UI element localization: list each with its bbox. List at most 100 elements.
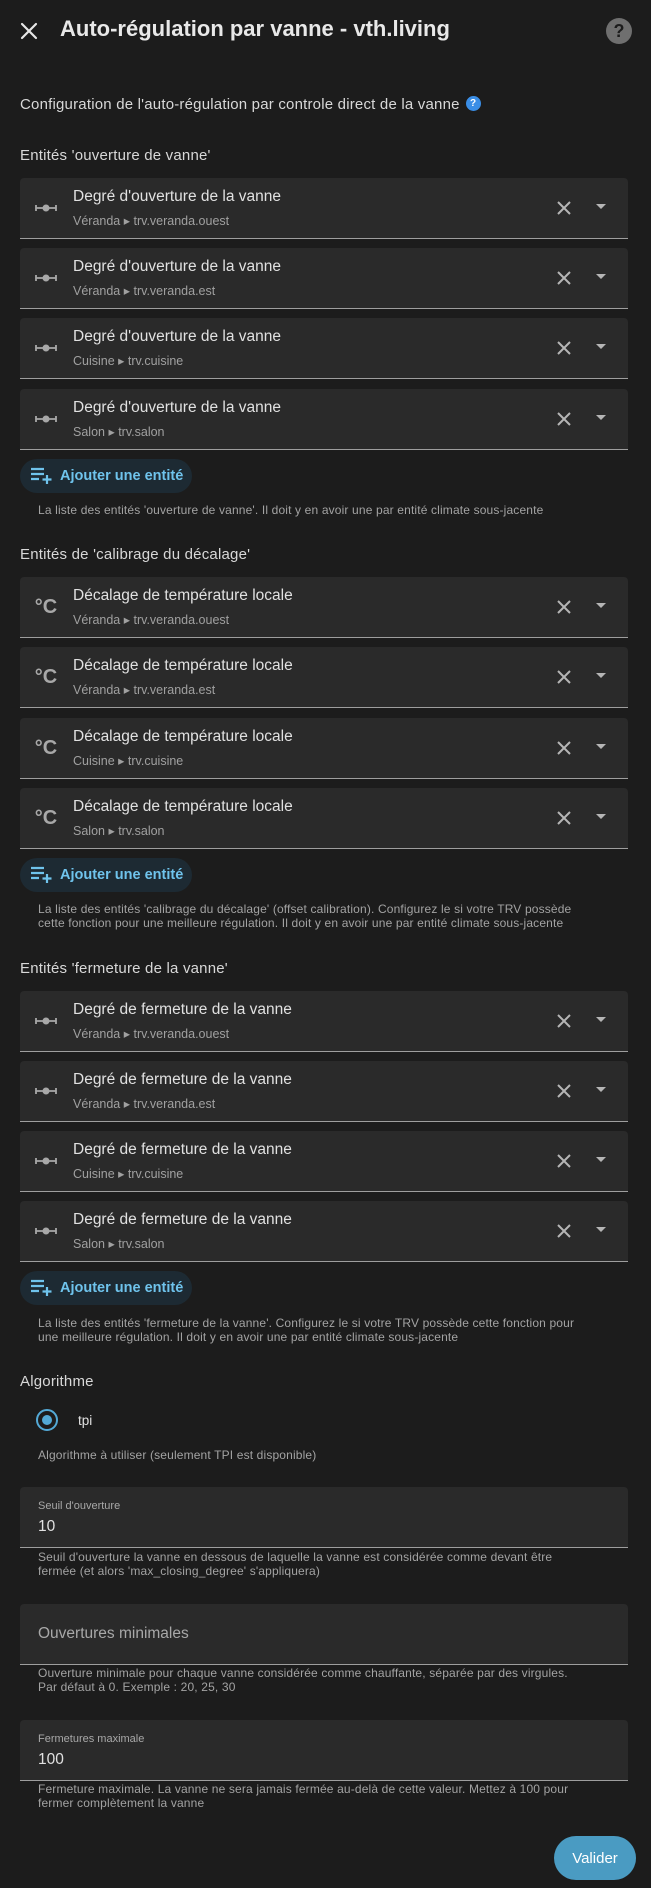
entity-picker-closing-2[interactable]: Degré de fermeture de la vanne Véranda ▸… (20, 1061, 628, 1122)
entity-picker-opening-1[interactable]: Degré d'ouverture de la vanne Véranda ▸ … (20, 178, 628, 239)
entity-path: Véranda ▸ trv.veranda.est (73, 683, 216, 697)
entity-picker-closing-1[interactable]: Degré de fermeture de la vanne Véranda ▸… (20, 991, 628, 1052)
entity-path: Véranda ▸ trv.veranda.ouest (73, 613, 230, 627)
temperature-celsius-icon: °C (34, 595, 58, 618)
add-entity-button-offset[interactable]: Ajouter une entité (20, 858, 192, 892)
field-value: 10 (38, 1518, 56, 1535)
entity-path: Salon ▸ trv.salon (73, 425, 165, 439)
clear-icon[interactable] (553, 737, 575, 759)
dialog-header: Auto-régulation par vanne - vth.living ? (0, 0, 651, 62)
field-placeholder: Ouvertures minimales (38, 1625, 189, 1642)
close-button[interactable] (14, 16, 44, 46)
dialog-title: Auto-régulation par vanne - vth.living (60, 16, 450, 41)
helper-max-closing: Fermeture maximale. La vanne ne sera jam… (38, 1782, 608, 1810)
clear-icon[interactable] (553, 807, 575, 829)
entity-path: Véranda ▸ trv.veranda.est (73, 1097, 216, 1111)
clear-icon[interactable] (553, 666, 575, 688)
valve-icon (34, 196, 58, 220)
chevron-down-icon[interactable] (596, 1157, 606, 1162)
valve-icon (34, 1149, 58, 1173)
helper-line: Ouverture minimale pour chaque vanne con… (38, 1666, 568, 1680)
temperature-celsius-icon: °C (34, 665, 58, 688)
helper-line: Par défaut à 0. Exemple : 20, 25, 30 (38, 1680, 236, 1694)
clear-icon[interactable] (553, 337, 575, 359)
section-title-closing: Entités 'fermeture de la vanne' (20, 960, 228, 977)
add-entity-button-closing[interactable]: Ajouter une entité (20, 1271, 192, 1305)
helper-line: La liste des entités 'fermeture de la va… (38, 1316, 575, 1330)
help-icon[interactable]: ? (606, 18, 632, 44)
helper-closing: La liste des entités 'fermeture de la va… (38, 1316, 608, 1344)
chevron-down-icon[interactable] (596, 1227, 606, 1232)
valve-icon (34, 266, 58, 290)
entity-name: Décalage de température locale (73, 587, 293, 604)
clear-icon[interactable] (553, 408, 575, 430)
radio-tpi[interactable] (36, 1409, 58, 1431)
entity-path: Cuisine ▸ trv.cuisine (73, 354, 184, 368)
submit-button[interactable]: Valider (554, 1836, 636, 1880)
max-closing-field[interactable]: Fermetures maximale 100 (20, 1720, 628, 1781)
add-entity-label: Ajouter une entité (60, 1280, 184, 1296)
helper-min-openings: Ouverture minimale pour chaque vanne con… (38, 1666, 608, 1694)
helper-algorithm: Algorithme à utiliser (seulement TPI est… (38, 1448, 317, 1462)
add-entity-button-opening[interactable]: Ajouter une entité (20, 459, 192, 493)
helper-line: fermer complètement la vanne (38, 1796, 205, 1810)
clear-icon[interactable] (553, 1080, 575, 1102)
helper-threshold: Seuil d'ouverture la vanne en dessous de… (38, 1550, 608, 1578)
opening-threshold-field[interactable]: Seuil d'ouverture 10 (20, 1487, 628, 1548)
helper-line: fermée (et alors 'max_closing_degree' s'… (38, 1564, 320, 1578)
entity-picker-offset-1[interactable]: °C Décalage de température locale Vérand… (20, 577, 628, 638)
clear-icon[interactable] (553, 1010, 575, 1032)
entity-name: Degré de fermeture de la vanne (73, 1001, 292, 1018)
entity-path: Véranda ▸ trv.veranda.ouest (73, 1027, 230, 1041)
entity-path: Salon ▸ trv.salon (73, 824, 165, 838)
valve-icon (34, 336, 58, 360)
clear-icon[interactable] (553, 267, 575, 289)
entity-picker-offset-4[interactable]: °C Décalage de température locale Salon … (20, 788, 628, 849)
chevron-down-icon[interactable] (596, 1087, 606, 1092)
helper-opening: La liste des entités 'ouverture de vanne… (38, 503, 544, 517)
entity-picker-opening-2[interactable]: Degré d'ouverture de la vanne Véranda ▸ … (20, 248, 628, 309)
entity-picker-closing-4[interactable]: Degré de fermeture de la vanne Salon ▸ t… (20, 1201, 628, 1262)
temperature-celsius-icon: °C (34, 736, 58, 759)
min-openings-field[interactable]: Ouvertures minimales (20, 1604, 628, 1665)
field-label: Fermetures maximale (38, 1733, 145, 1745)
entity-picker-opening-4[interactable]: Degré d'ouverture de la vanne Salon ▸ tr… (20, 389, 628, 450)
entity-name: Degré de fermeture de la vanne (73, 1141, 292, 1158)
chevron-down-icon[interactable] (596, 814, 606, 819)
valve-icon (34, 1079, 58, 1103)
chevron-down-icon[interactable] (596, 673, 606, 678)
entity-name: Degré d'ouverture de la vanne (73, 258, 282, 275)
temperature-celsius-icon: °C (34, 806, 58, 829)
clear-icon[interactable] (553, 1220, 575, 1242)
field-label: Seuil d'ouverture (38, 1500, 121, 1512)
chevron-down-icon[interactable] (596, 1017, 606, 1022)
entity-picker-opening-3[interactable]: Degré d'ouverture de la vanne Cuisine ▸ … (20, 318, 628, 379)
valve-icon (34, 1009, 58, 1033)
chevron-down-icon[interactable] (596, 274, 606, 279)
entity-picker-closing-3[interactable]: Degré de fermeture de la vanne Cuisine ▸… (20, 1131, 628, 1192)
chevron-down-icon[interactable] (596, 415, 606, 420)
chevron-down-icon[interactable] (596, 344, 606, 349)
radio-label-tpi: tpi (78, 1413, 93, 1428)
clear-icon[interactable] (553, 197, 575, 219)
chevron-down-icon[interactable] (596, 744, 606, 749)
entity-name: Degré d'ouverture de la vanne (73, 328, 282, 345)
entity-path: Véranda ▸ trv.veranda.ouest (73, 214, 230, 228)
helper-line: cette fonction pour une meilleure régula… (38, 916, 564, 930)
entity-picker-offset-2[interactable]: °C Décalage de température locale Vérand… (20, 647, 628, 708)
chevron-down-icon[interactable] (596, 204, 606, 209)
playlist-add-icon (31, 467, 52, 484)
clear-icon[interactable] (553, 1150, 575, 1172)
chevron-down-icon[interactable] (596, 603, 606, 608)
info-icon[interactable]: ? (465, 96, 481, 111)
entity-path: Cuisine ▸ trv.cuisine (73, 1167, 184, 1181)
helper-offset: La liste des entités 'calibrage du décal… (38, 902, 608, 930)
intro-label: Configuration de l'auto-régulation par c… (20, 96, 460, 113)
playlist-add-icon (31, 1279, 52, 1296)
clear-icon[interactable] (553, 596, 575, 618)
section-title-opening: Entités 'ouverture de vanne' (20, 147, 211, 164)
entity-name: Degré d'ouverture de la vanne (73, 399, 282, 416)
entity-name: Décalage de température locale (73, 798, 293, 815)
entity-picker-offset-3[interactable]: °C Décalage de température locale Cuisin… (20, 718, 628, 779)
entity-name: Degré d'ouverture de la vanne (73, 188, 282, 205)
